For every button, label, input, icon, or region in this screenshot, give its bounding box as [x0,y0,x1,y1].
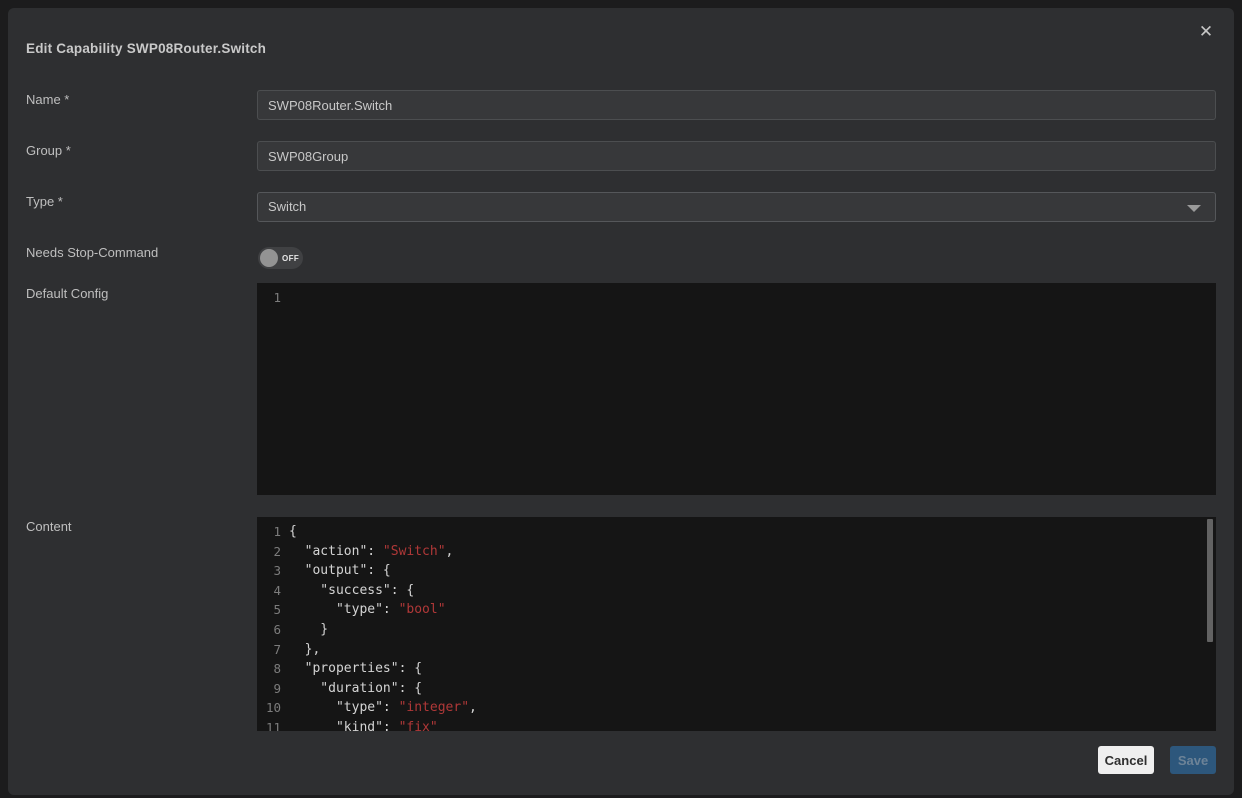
line-number: 4 [257,581,281,601]
line-number: 11 [257,718,281,731]
toggle-state-label: OFF [282,254,299,263]
code-line: 6 } [257,620,1216,640]
cancel-button[interactable]: Cancel [1098,746,1154,774]
modal-backdrop: ✕ Edit Capability SWP08Router.Switch Nam… [0,0,1242,798]
close-icon[interactable]: ✕ [1194,20,1218,44]
code-line: 8 "properties": { [257,659,1216,679]
line-number: 5 [257,600,281,620]
content-editor[interactable]: 1{2 "action": "Switch",3 "output": {4 "s… [257,517,1216,731]
code-line: 10 "type": "integer", [257,698,1216,718]
content-editor-scrollbar[interactable] [1207,519,1213,642]
line-number: 7 [257,640,281,660]
save-button[interactable]: Save [1170,746,1216,774]
toggle-knob-icon [260,249,278,267]
code-line: 4 "success": { [257,581,1216,601]
default-config-editor[interactable]: 1 [257,283,1216,495]
name-input[interactable] [257,90,1216,120]
type-select[interactable]: Switch [257,192,1216,222]
chevron-down-icon [1187,205,1201,212]
default-config-label: Default Config [26,286,108,301]
line-number: 3 [257,561,281,581]
line-number: 6 [257,620,281,640]
line-number: 10 [257,698,281,718]
type-label: Type * [26,194,63,209]
group-input[interactable] [257,141,1216,171]
code-line: 2 "action": "Switch", [257,542,1216,562]
code-line: 3 "output": { [257,561,1216,581]
code-line: 5 "type": "bool" [257,600,1216,620]
line-number: 8 [257,659,281,679]
line-number: 1 [257,288,281,308]
line-number: 2 [257,542,281,562]
edit-capability-modal: ✕ Edit Capability SWP08Router.Switch Nam… [8,8,1234,795]
line-number: 9 [257,679,281,699]
type-selected-value: Switch [268,199,306,214]
name-label: Name * [26,92,69,107]
code-line: 1{ [257,522,1216,542]
needs-stop-command-toggle[interactable]: OFF [258,247,303,269]
modal-title: Edit Capability SWP08Router.Switch [26,41,266,56]
code-line: 11 "kind": "fix" [257,718,1216,731]
needs-stop-command-label: Needs Stop-Command [26,245,158,260]
code-line: 1 [257,288,1216,308]
code-line: 7 }, [257,640,1216,660]
line-number: 1 [257,522,281,542]
code-line: 9 "duration": { [257,679,1216,699]
content-label: Content [26,519,72,534]
group-label: Group * [26,143,71,158]
